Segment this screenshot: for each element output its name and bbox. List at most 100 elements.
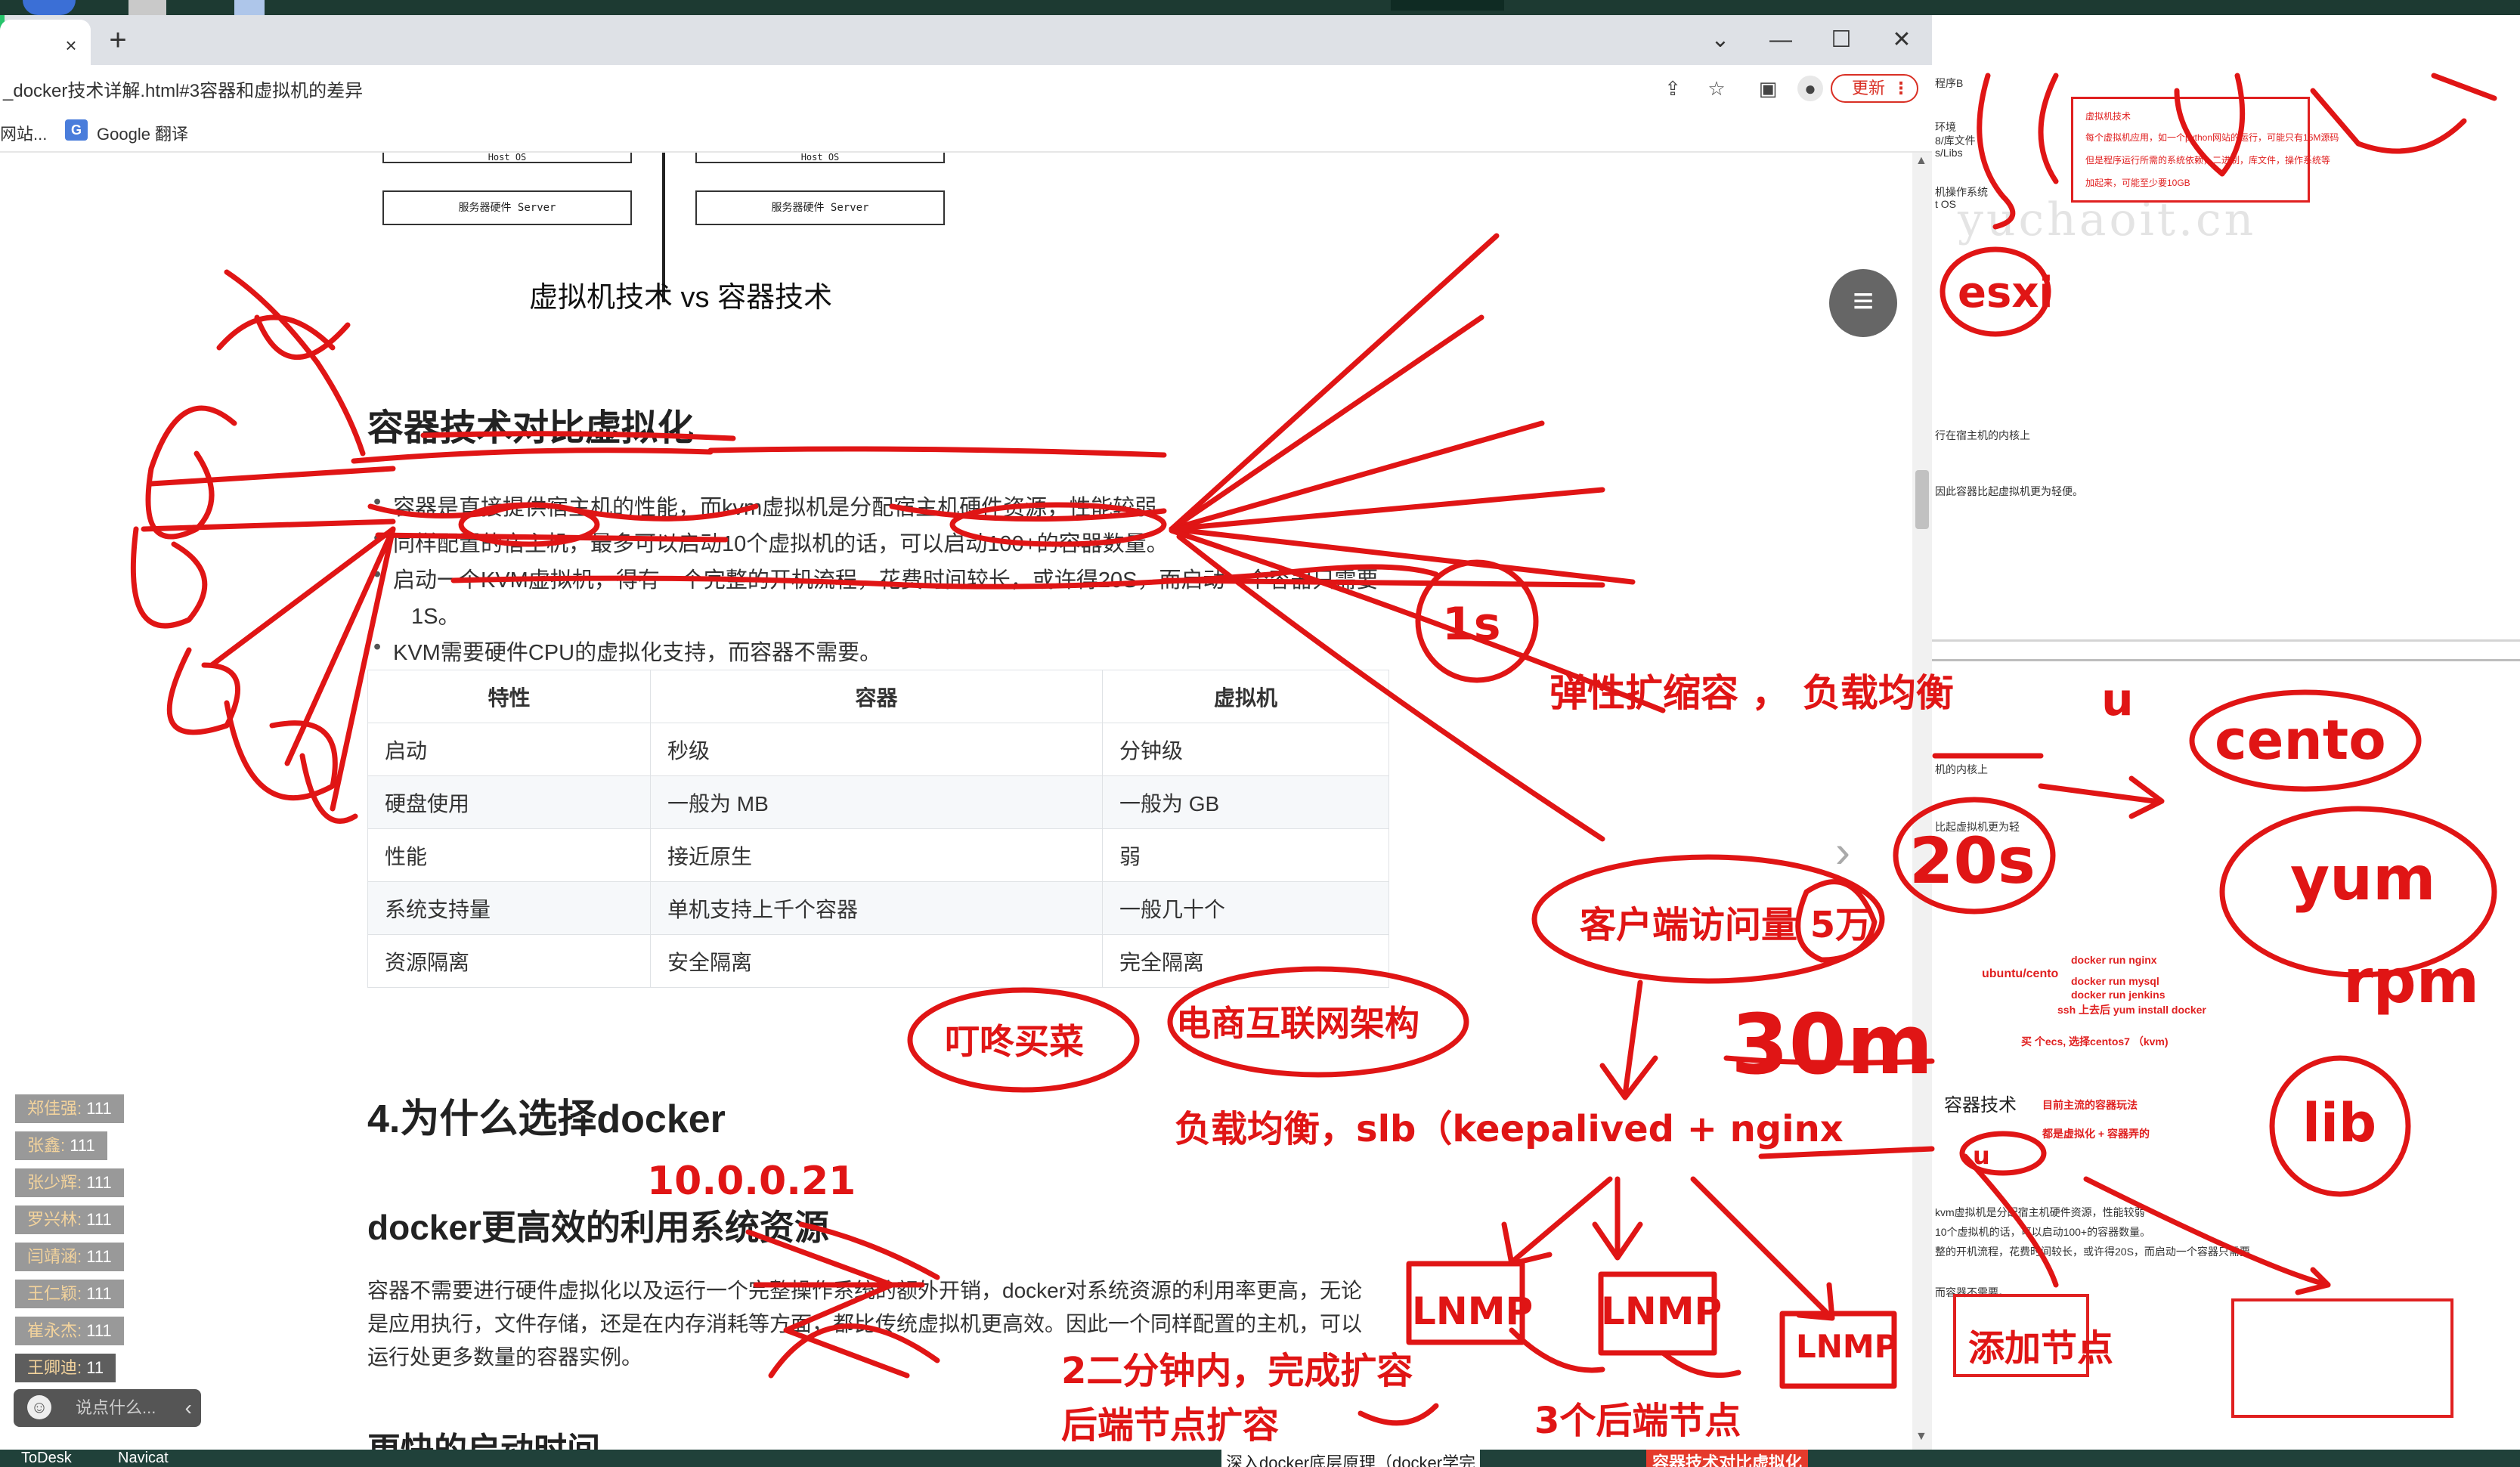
note-red-box: 虚拟机技术 每个虚拟机应用，如一个python网站的运行，可能只有16M源码 但… (2071, 97, 2339, 203)
active-tab[interactable]: × (0, 20, 91, 65)
section-title: 容器技术对比虚拟化 (367, 408, 695, 448)
chat-message: 王仁颖: 111 (15, 1280, 124, 1308)
scroll-up-icon[interactable]: ▲ (1915, 154, 1927, 168)
table-cell: 完全隔离 (1102, 934, 1389, 988)
menu-icon[interactable]: ≡ (1829, 269, 1897, 337)
side-panel-icon[interactable]: ▣ (1755, 76, 1781, 101)
table-row: 资源隔离 安全隔离 完全隔离 (367, 934, 1389, 988)
note-text: 10个虚拟机的话，可以启动100+的容器数量。 (1935, 1226, 2151, 1238)
table-cell: 启动 (367, 723, 651, 776)
share-icon[interactable]: ⇪ (1660, 76, 1686, 101)
table-cell: 接近原生 (650, 828, 1103, 882)
list-item: 同样配置的宿主机，最多可以启动10个虚拟机的话，可以启动100+的容器数量。 (373, 526, 1169, 558)
maximize-button[interactable]: ☐ (1819, 23, 1864, 57)
note-red-line: 但是程序运行所需的系统依赖，二进制，库文件，操作系统等 (2085, 155, 2331, 166)
taskbar-red-doc[interactable]: 容器技术对比虚拟化 (1646, 1450, 1809, 1467)
chat-text: 111 (86, 1099, 112, 1118)
chat-text: 111 (86, 1210, 112, 1229)
divider (1932, 659, 2520, 661)
next-page-icon[interactable]: › (1835, 825, 1850, 877)
taskbar: ToDesk Navicat 深入docker底层原理（docker学完 容器技… (0, 1450, 2520, 1467)
update-button[interactable]: 更新 ⋮ (1831, 74, 1918, 103)
diagram-host-os: Host OS (382, 153, 632, 163)
table-header: 容器 (650, 670, 1103, 723)
url-text[interactable]: _docker技术详解.html#3容器和虚拟机的差异 (3, 76, 363, 102)
table-header-row: 特性 容器 虚拟机 (367, 670, 1389, 723)
chat-text: 111 (86, 1284, 112, 1303)
taskbar-navicat[interactable]: Navicat (118, 1450, 169, 1467)
note-text: 比起虚拟机更为轻 (1935, 821, 2020, 833)
page-content: Host OS 服务器硬件 Server Host OS 服务器硬件 Serve… (0, 153, 1912, 1450)
google-translate-icon[interactable]: G (65, 119, 88, 141)
note-docker: docker run nginx (2071, 954, 2157, 966)
chat-text: 111 (86, 1247, 112, 1266)
note-text: 程序B (1935, 77, 1964, 89)
minimize-button[interactable]: — (1758, 23, 1803, 57)
note-red-title: 虚拟机技术 (2085, 111, 2131, 122)
chat-user: 闫靖涵: (27, 1247, 82, 1266)
chat-message: 张鑫: 111 (15, 1131, 107, 1160)
profile-avatar-icon[interactable]: ● (1797, 76, 1823, 101)
note-text: 因此容器比起虚拟机更为轻便。 (1935, 485, 2083, 497)
chat-message: 郑佳强: 111 (15, 1094, 124, 1123)
list-item-continuation: 1S。 (411, 605, 460, 629)
taskbar-todesk[interactable]: ToDesk (21, 1450, 72, 1467)
chat-user: 王仁颖: (27, 1284, 82, 1303)
bookmark-google-translate[interactable]: Google 翻译 (97, 121, 188, 145)
emoji-icon[interactable]: ☺ (27, 1395, 51, 1419)
tab-bar: × + ⌄ — ☐ ✕ (0, 15, 1932, 65)
scrollbar[interactable]: ▲ ▼ (1912, 153, 1932, 1450)
chat-input[interactable]: ☺ 说点什么... ‹ (14, 1389, 201, 1427)
comparison-table: 特性 容器 虚拟机 启动 秒级 分钟级 硬盘使用 一般为 MB 一般为 GB 性能 接近原… (367, 670, 1389, 988)
chat-message: 王卿迪: 11 (15, 1354, 116, 1382)
browser-window: × + ⌄ — ☐ ✕ _docker技术详解.html#3容器和虚拟机的差异 … (0, 15, 1932, 1450)
note-docker: docker run jenkins (2071, 989, 2166, 1001)
bookmarks-bar: 网站... G Google 翻译 (0, 110, 1932, 153)
close-tab-icon[interactable]: × (60, 35, 82, 56)
chat-text: 111 (86, 1173, 112, 1192)
close-window-button[interactable]: ✕ (1879, 23, 1924, 57)
note-red-line: 每个虚拟机应用，如一个python网站的运行，可能只有16M源码 (2085, 132, 2339, 143)
chat-message: 闫靖涵: 111 (15, 1243, 124, 1271)
diagram-server: 服务器硬件 Server (382, 190, 632, 225)
table-row: 启动 秒级 分钟级 (367, 723, 1389, 776)
note-docker: 买 个ecs, 选择centos7 （kvm) (2021, 1035, 2169, 1048)
chat-user: 崔永杰: (27, 1321, 82, 1340)
diagram-host-os: Host OS (695, 153, 945, 163)
list-item: KVM需要硬件CPU的虚拟化支持，而容器不需要。 (373, 635, 881, 667)
scroll-down-icon[interactable]: ▼ (1915, 1430, 1927, 1444)
app-icon[interactable] (1391, 0, 1504, 11)
table-cell: 安全隔离 (650, 934, 1103, 988)
table-cell: 一般为 GB (1102, 775, 1389, 829)
divider (1932, 639, 2520, 642)
new-tab-button[interactable]: + (104, 25, 132, 55)
bookmark-item[interactable]: 网站... (0, 121, 47, 145)
address-bar[interactable]: _docker技术详解.html#3容器和虚拟机的差异 ⇪ ☆ ▣ ● 更新 ⋮ (0, 65, 1932, 110)
chat-text: 111 (86, 1321, 112, 1340)
table-cell: 资源隔离 (367, 934, 651, 988)
tab-search-icon[interactable]: ⌄ (1698, 23, 1743, 57)
note-text: 行在宿主机的内核上 (1935, 429, 2030, 441)
scroll-thumb[interactable] (1915, 470, 1929, 529)
table-row: 硬盘使用 一般为 MB 一般为 GB (367, 775, 1389, 829)
app-icon[interactable] (23, 0, 76, 15)
table-header: 虚拟机 (1102, 670, 1389, 723)
heading-efficiency: docker更高效的利用系统资源 (367, 1208, 829, 1247)
notes-topbar (1932, 0, 2520, 15)
note-text: 8/库文件 (1935, 135, 1976, 147)
bookmark-star-icon[interactable]: ☆ (1704, 76, 1729, 101)
note-ubuntu: ubuntu/cento (1982, 967, 2059, 980)
note-docker: ssh 上去后 yum install docker (2057, 1004, 2206, 1016)
taskbar-doc[interactable]: 深入docker底层原理（docker学完 (1221, 1450, 1481, 1467)
note-both: 都是虚拟化 + 容器弄的 (2042, 1128, 2150, 1140)
app-icon[interactable] (128, 0, 166, 15)
note-docker: docker run mysql (2071, 975, 2159, 987)
chat-user: 张少辉: (27, 1173, 82, 1192)
note-text: s/Libs (1935, 147, 1963, 159)
collapse-icon[interactable]: ‹ (185, 1389, 192, 1427)
table-cell: 性能 (367, 828, 651, 882)
chat-user: 郑佳强: (27, 1099, 82, 1118)
app-icon[interactable] (234, 0, 265, 15)
chat-message: 崔永杰: 111 (15, 1317, 124, 1345)
note-text: 机的内核上 (1935, 763, 1988, 775)
